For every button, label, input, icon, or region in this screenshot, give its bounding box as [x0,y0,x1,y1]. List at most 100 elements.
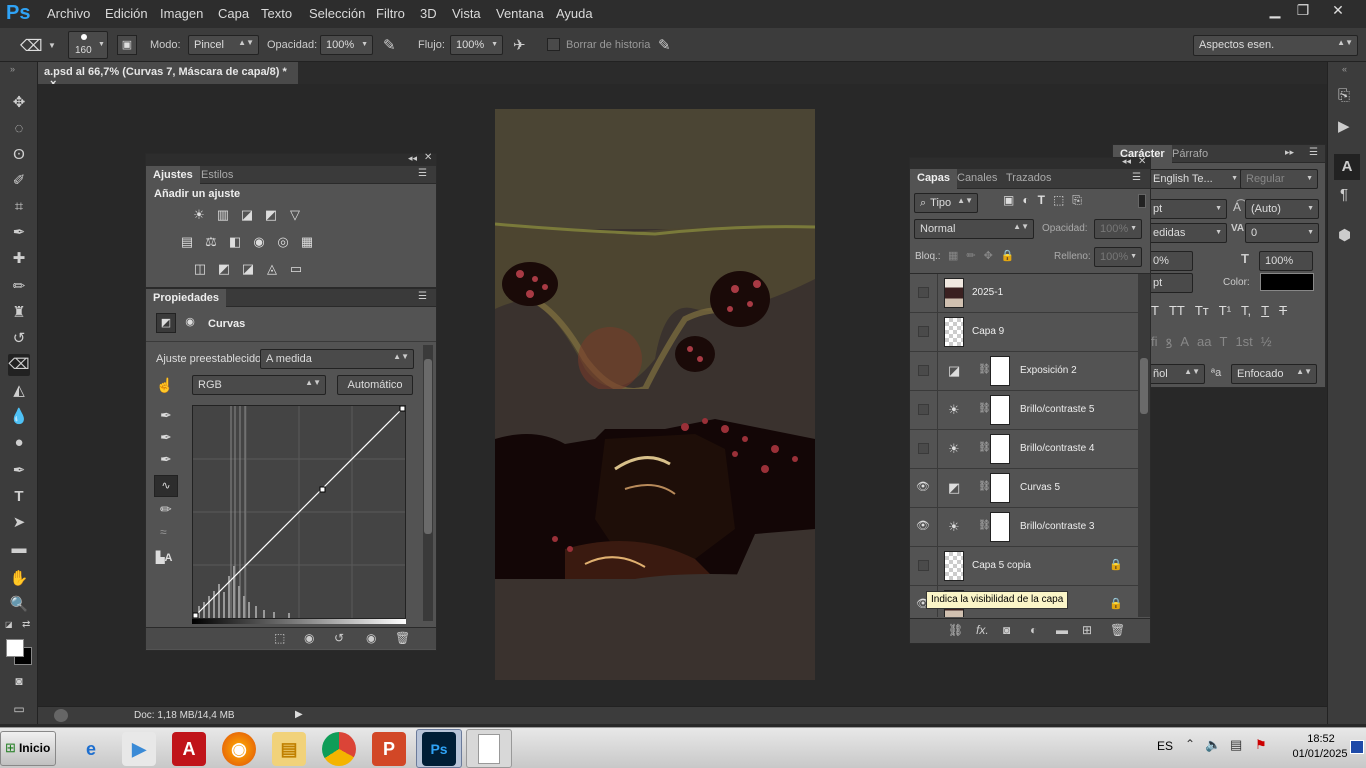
trash-icon[interactable]: 🗑 [1110,623,1125,637]
link-layers-icon[interactable]: ⛓ [948,623,963,637]
ligatures-icon[interactable]: fi [1151,334,1158,352]
vibrance-icon[interactable]: ▽ [286,206,304,224]
titling-icon[interactable]: T [1219,334,1227,352]
vertical-scale-input[interactable]: 0% [1147,251,1193,271]
foreground-color-swatch[interactable] [6,639,24,657]
layer-mask-thumbnail[interactable] [990,512,1010,542]
leading-input[interactable]: (Auto) ▼ [1245,199,1319,219]
scroll-thumb[interactable] [424,359,432,534]
rectangle-tool-icon[interactable]: ▬ [8,538,30,560]
new-group-icon[interactable]: ▬ [1056,623,1068,637]
ordinals-icon[interactable]: 1st [1235,334,1252,352]
levels-icon[interactable]: ▥ [214,206,232,224]
zoom-tool-icon[interactable]: 🔍 [8,594,30,616]
blur-tool-icon[interactable]: 💧 [8,406,30,428]
layer-mask-thumbnail[interactable] [990,356,1010,386]
hue-saturation-icon[interactable]: ▤ [178,233,196,251]
font-size-input[interactable]: pt ▼ [1147,199,1227,219]
move-tool-icon[interactable]: ✥ [8,92,30,114]
language-select[interactable]: ñol ▲▼ [1147,364,1205,384]
fx-icon[interactable]: fx. [976,623,989,637]
superscript-icon[interactable]: T¹ [1219,303,1231,318]
pencil-draw-icon[interactable]: ✏ [160,501,172,518]
erase-history-checkbox[interactable] [547,38,560,51]
scroll-thumb[interactable] [1140,358,1148,414]
eyedropper-tool-icon[interactable]: ✒ [8,222,30,244]
visibility-toggle[interactable] [918,326,929,337]
fill-input[interactable]: 100% ▼ [1094,247,1142,267]
layer-name[interactable]: Brillo/contraste 3 [1020,521,1094,532]
navigator-icon[interactable] [54,709,68,722]
history-brush-tool-icon[interactable]: ↺ [8,328,30,350]
quick-mask-icon[interactable]: ◙ [8,670,30,692]
screen-mode-icon[interactable]: ▭ [8,698,30,720]
exposure-icon[interactable]: ◩ [262,206,280,224]
photoshop-taskbar-button[interactable]: Ps [416,729,462,768]
type-tool-icon[interactable]: T [8,486,30,508]
tab-parrafo[interactable]: Párrafo [1165,145,1215,163]
selective-color-icon[interactable]: ◬ [263,260,281,278]
lock-all-icon[interactable]: 🔒 [1001,249,1015,262]
channel-select[interactable]: RGB ▲▼ [192,375,326,395]
menu-ayuda[interactable]: Ayuda [556,6,593,21]
layer-name[interactable]: Capa 9 [972,326,1004,337]
layer-row[interactable]: Capa 5 copia 🔒 [910,547,1138,586]
tab-trazados[interactable]: Trazados [999,169,1058,189]
menu-seleccion[interactable]: Selección [309,6,365,21]
character-panel-icon[interactable]: A [1334,154,1360,180]
add-mask-icon[interactable]: ◙ [1003,623,1010,637]
show-desktop-button[interactable] [1350,740,1364,754]
layer-mask-thumbnail[interactable] [990,473,1010,503]
posterize-icon[interactable]: ◩ [215,260,233,278]
new-adjustment-layer-icon[interactable]: ◐ [1030,623,1037,637]
powerpoint-icon[interactable]: P [372,732,406,766]
channel-mixer-icon[interactable]: ◎ [274,233,292,251]
view-previous-icon[interactable]: ◉ [304,631,314,645]
paragraph-panel-icon[interactable]: ¶ [1340,186,1348,203]
menu-3d[interactable]: 3D [420,6,437,21]
eye-icon[interactable]: 👁 [916,480,930,494]
layer-row[interactable]: Capa 9 [910,313,1138,352]
workspace-select[interactable]: Aspectos esen. ▲▼ [1193,35,1358,56]
visibility-toggle[interactable] [918,443,929,454]
layer-thumbnail[interactable] [944,317,964,347]
blend-mode-select[interactable]: Normal ▲▼ [914,219,1034,239]
clip-to-layer-icon[interactable]: ⬚ [274,631,285,645]
panel-menu-icon[interactable]: ☰ [418,168,427,179]
expand-icon[interactable]: ▸▸ [1285,147,1294,158]
visibility-toggle[interactable] [918,560,929,571]
clock-time[interactable]: 18:52 [1296,733,1346,745]
chain-link-icon[interactable]: ⛓ [978,403,991,414]
filter-kind-select[interactable]: ⌕ Tipo ▲▼ [914,193,978,213]
tab-ajustes[interactable]: Ajustes [146,166,200,184]
layer-row[interactable]: ◪ ⛓ Exposición 2 [910,352,1138,391]
layer-name[interactable]: Curvas 5 [1020,482,1060,493]
layer-name[interactable]: 2025-1 [972,287,1003,298]
dodge-tool-icon[interactable]: ● [8,432,30,454]
brightness-contrast-icon[interactable]: ☀ [190,206,208,224]
tab-estilos[interactable]: Estilos [194,166,240,184]
collapse-icon[interactable]: » [10,64,15,74]
layer-row[interactable]: ☀ ⛓ Brillo/contraste 4 [910,430,1138,469]
collapse-icon[interactable]: ◂◂ [1122,156,1131,167]
gradient-map-icon[interactable]: ▭ [287,260,305,278]
black-white-icon[interactable]: ◧ [226,233,244,251]
acrobat-icon[interactable]: A [172,732,206,766]
photo-filter-icon[interactable]: ◉ [250,233,268,251]
eye-icon[interactable]: 👁 [916,519,930,533]
paint-bucket-tool-icon[interactable]: ◭ [8,380,30,402]
healing-tool-icon[interactable]: ✚ [8,248,30,270]
layer-thumbnail[interactable] [944,278,964,308]
menu-texto[interactable]: Texto [261,6,292,21]
color-lookup-icon[interactable]: ▦ [298,233,316,251]
layer-row[interactable]: ☀ ⛓ Brillo/contraste 5 [910,391,1138,430]
tracking-input[interactable]: 0 ▼ [1245,223,1319,243]
chain-link-icon[interactable]: ⛓ [978,442,991,453]
document-canvas[interactable] [495,109,815,680]
hand-tool-icon[interactable]: ✋ [8,568,30,590]
color-balance-icon[interactable]: ⚖ [202,233,220,251]
new-layer-icon[interactable]: ⊞ [1082,623,1092,637]
faux-bold-icon[interactable]: T [1151,303,1159,318]
chrome-icon[interactable] [322,732,356,766]
document-taskbar-button[interactable] [466,729,512,768]
